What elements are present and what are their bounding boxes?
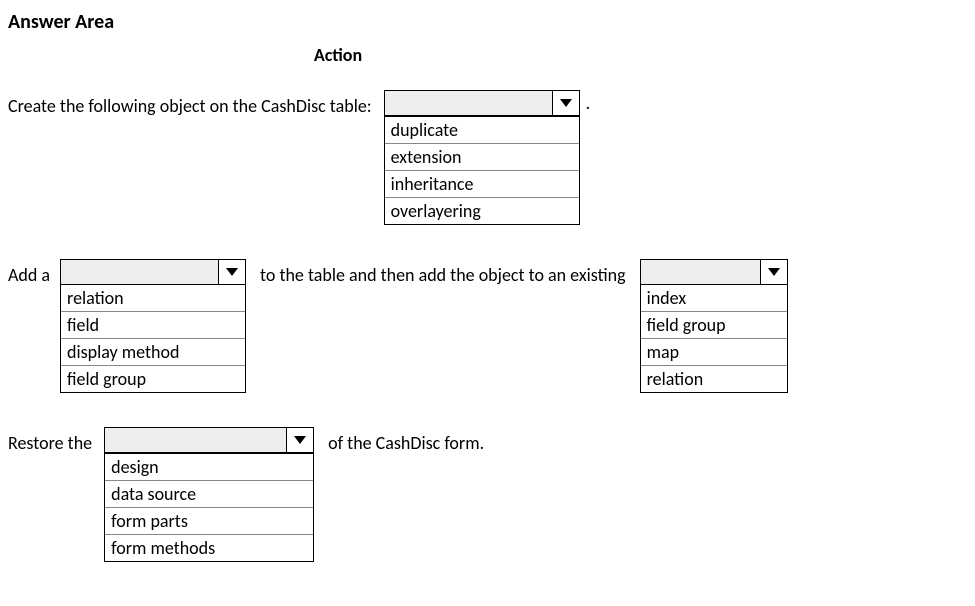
dropdown-value bbox=[105, 428, 287, 452]
dropdown-add-item[interactable]: relation field display method field grou… bbox=[60, 259, 246, 394]
option-map[interactable]: map bbox=[641, 339, 787, 366]
option-data-source[interactable]: data source bbox=[105, 481, 313, 508]
row3-text-before: Restore the bbox=[8, 427, 92, 457]
option-duplicate[interactable]: duplicate bbox=[385, 117, 579, 144]
row-add-to-table: Add a relation field display method fiel… bbox=[8, 259, 967, 394]
option-relation[interactable]: relation bbox=[641, 366, 787, 392]
option-inheritance[interactable]: inheritance bbox=[385, 171, 579, 198]
option-extension[interactable]: extension bbox=[385, 144, 579, 171]
dropdown-value bbox=[385, 91, 553, 115]
option-display-method[interactable]: display method bbox=[61, 339, 245, 366]
page-title: Answer Area bbox=[8, 10, 967, 34]
section-header-action: Action bbox=[8, 44, 428, 66]
dropdown-value bbox=[641, 260, 761, 284]
option-design[interactable]: design bbox=[105, 454, 313, 481]
row2-text-mid: to the table and then add the object to … bbox=[260, 259, 626, 289]
row-create-object: Create the following object on the CashD… bbox=[8, 90, 967, 225]
dropdown-options: design data source form parts form metho… bbox=[104, 452, 314, 562]
row2-text-before: Add a bbox=[8, 259, 50, 289]
option-field-group[interactable]: field group bbox=[61, 366, 245, 392]
option-relation[interactable]: relation bbox=[61, 285, 245, 312]
dropdown-restore-item[interactable]: design data source form parts form metho… bbox=[104, 427, 314, 562]
chevron-down-icon bbox=[761, 260, 787, 284]
dropdown-object-type[interactable]: duplicate extension inheritance overlaye… bbox=[384, 90, 580, 225]
chevron-down-icon bbox=[219, 260, 245, 284]
dropdown-options: relation field display method field grou… bbox=[60, 283, 246, 393]
dropdown-value bbox=[61, 260, 219, 284]
option-field[interactable]: field bbox=[61, 312, 245, 339]
dropdown-existing-object[interactable]: index field group map relation bbox=[640, 259, 788, 394]
dropdown-options: index field group map relation bbox=[640, 283, 788, 393]
option-form-parts[interactable]: form parts bbox=[105, 508, 313, 535]
option-form-methods[interactable]: form methods bbox=[105, 535, 313, 561]
chevron-down-icon bbox=[553, 91, 579, 115]
option-field-group[interactable]: field group bbox=[641, 312, 787, 339]
option-overlayering[interactable]: overlayering bbox=[385, 198, 579, 224]
chevron-down-icon bbox=[287, 428, 313, 452]
option-index[interactable]: index bbox=[641, 285, 787, 312]
row1-text-before: Create the following object on the CashD… bbox=[8, 90, 372, 120]
row3-text-after: of the CashDisc form. bbox=[328, 427, 484, 457]
row1-period: . bbox=[580, 90, 591, 114]
row-restore: Restore the design data source form part… bbox=[8, 427, 967, 562]
dropdown-options: duplicate extension inheritance overlaye… bbox=[384, 115, 580, 225]
